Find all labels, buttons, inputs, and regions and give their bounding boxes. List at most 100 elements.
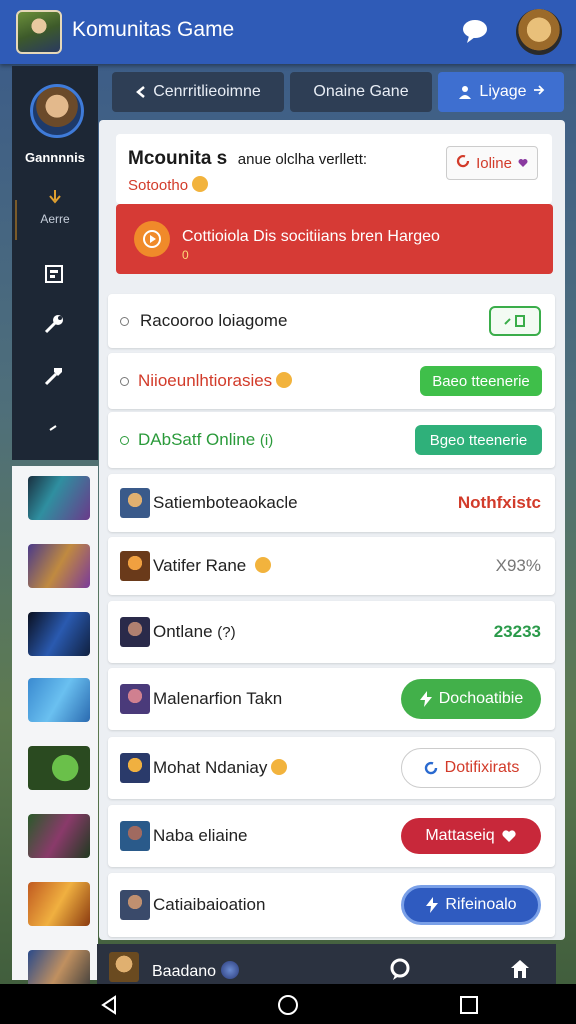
games-list [12,466,98,994]
refresh-icon [456,154,470,172]
notice-title: Mcounita s anue olclha verllett: [128,148,368,169]
alert-sub: 0 [182,248,189,262]
action-button-green[interactable]: Dochoatibie [401,679,541,719]
list-item-label: Vatifer Rane [153,556,271,576]
game-icon[interactable] [28,814,90,858]
smile-emoji-icon [271,759,288,775]
sidebar-avatar[interactable] [30,84,84,138]
list-item-label: Satiemboteaokacle [153,493,298,512]
heart-icon [518,155,528,172]
list-item[interactable]: Malenarfion Takn Dochoatibie [108,668,555,730]
avatar [120,753,150,783]
status-row[interactable]: Racooroo loiagome [108,294,555,348]
arrow-right-icon [533,83,545,101]
down-arrow-icon [48,190,62,206]
document-icon[interactable] [40,260,68,288]
avatar [120,551,150,581]
wrench-icon[interactable] [40,310,68,338]
list-item[interactable]: Ontlane (?) 23233 [108,601,555,663]
game-icon[interactable] [28,678,90,722]
smile-emoji-icon [254,557,271,573]
game-icon[interactable] [28,544,90,588]
collapse-icon[interactable] [40,414,68,442]
globe-icon [220,961,239,979]
status-dot [120,436,129,445]
list-item-label: Catiaibaioation [153,895,266,914]
status-badge[interactable]: Bgeo tteenerie [415,425,542,455]
bolt-icon [426,897,439,913]
user-sync-icon [457,84,473,100]
list-item-label: Malenarfion Takn [153,689,283,708]
alert-banner[interactable]: Cottioiola Dis socitiians bren Hargeo 0 [116,204,553,274]
info-icon: (i) [259,432,274,449]
refresh-icon [424,761,437,775]
avatar [120,617,150,647]
smile-emoji-icon [276,372,293,388]
status-label: DAbSatf Online (i) [138,430,274,449]
home-circle-icon[interactable] [275,992,301,1018]
tab-league-label: Liyage [479,83,527,100]
action-button-red[interactable]: Mattaseiq [401,818,541,854]
status-row[interactable]: DAbSatf Online (i) Bgeo tteenerie [108,412,555,468]
alert-text: Cottioiola Dis socitiians bren Hargeo [182,228,440,245]
back-icon[interactable] [96,992,122,1018]
tab-online-game[interactable]: Onaine Gane [290,72,432,112]
profile-avatar[interactable] [516,9,562,55]
action-button-blue[interactable]: Rifeinoalo [401,885,541,925]
tab-online-game-label: Onaine Gane [313,83,409,100]
sidebar-username: Gannnnis [25,150,85,165]
list-item[interactable]: Mohat Ndaniay Dotifixirats [108,737,555,799]
status-label: Niioeunlhtiorasies [138,371,293,391]
system-nav-bar [0,984,576,1024]
top-app-bar: Komunitas Game [0,0,576,64]
game-icon[interactable] [28,882,90,926]
info-icon: (?) [217,624,236,641]
list-item[interactable]: Satiemboteaokacle Nothfxistc [108,474,555,532]
community-notice-card: Mcounita s anue olclha verllett: Sotooth… [116,134,552,204]
game-icon[interactable] [28,746,90,790]
avatar [120,821,150,851]
chat-icon[interactable] [460,16,490,46]
status-badge[interactable]: Baeo tteenerie [420,366,542,396]
tab-community-label: Cenrritlieoimne [153,83,261,100]
status-label: Racooroo loiagome [140,311,288,330]
toggle-button[interactable] [489,306,541,336]
bolt-icon [419,691,432,707]
status-dot [120,377,129,386]
action-button-outline[interactable]: Dotifixirats [401,748,541,788]
status-dot [120,317,129,326]
left-sidebar: Gannnnis Aerre [12,66,98,460]
tab-league[interactable]: Liyage [438,72,564,112]
avatar [120,488,150,518]
tools-icon[interactable] [40,362,68,390]
avatar [120,890,150,920]
avatar [109,952,139,982]
sidebar-sublabel: Aerre [40,212,70,226]
notice-subtitle: Sotootho [128,176,209,194]
recents-icon[interactable] [456,992,482,1018]
list-item-value: 23233 [493,622,541,641]
bottom-label: Baadano [152,961,239,981]
list-item-label: Ontlane (?) [153,622,236,641]
chat-icon[interactable] [387,956,413,982]
game-icon[interactable] [28,476,90,520]
bottom-bar: Baadano [97,944,556,984]
avatar [120,684,150,714]
notice-button[interactable]: Ioline [446,146,538,180]
list-item[interactable]: Catiaibaioation Rifeinoalo [108,873,555,937]
back-arrow-icon [135,85,147,99]
home-icon[interactable] [507,956,533,982]
list-item-label: Mohat Ndaniay [153,758,288,778]
app-title: Komunitas Game [72,18,235,41]
status-row[interactable]: Niioeunlhtiorasies Baeo tteenerie [108,353,555,409]
list-item[interactable]: Vatifer Rane X93% [108,537,555,595]
smile-emoji-icon [192,176,209,192]
list-item[interactable]: Naba eliaine Mattaseiq [108,805,555,867]
game-icon[interactable] [28,612,90,656]
list-item-value: Nothfxistc [457,493,541,512]
play-icon [134,221,170,257]
app-logo[interactable] [16,10,62,54]
list-item-value: X93% [495,556,541,575]
tab-community[interactable]: Cenrritlieoimne [112,72,284,112]
heart-icon [502,830,516,842]
